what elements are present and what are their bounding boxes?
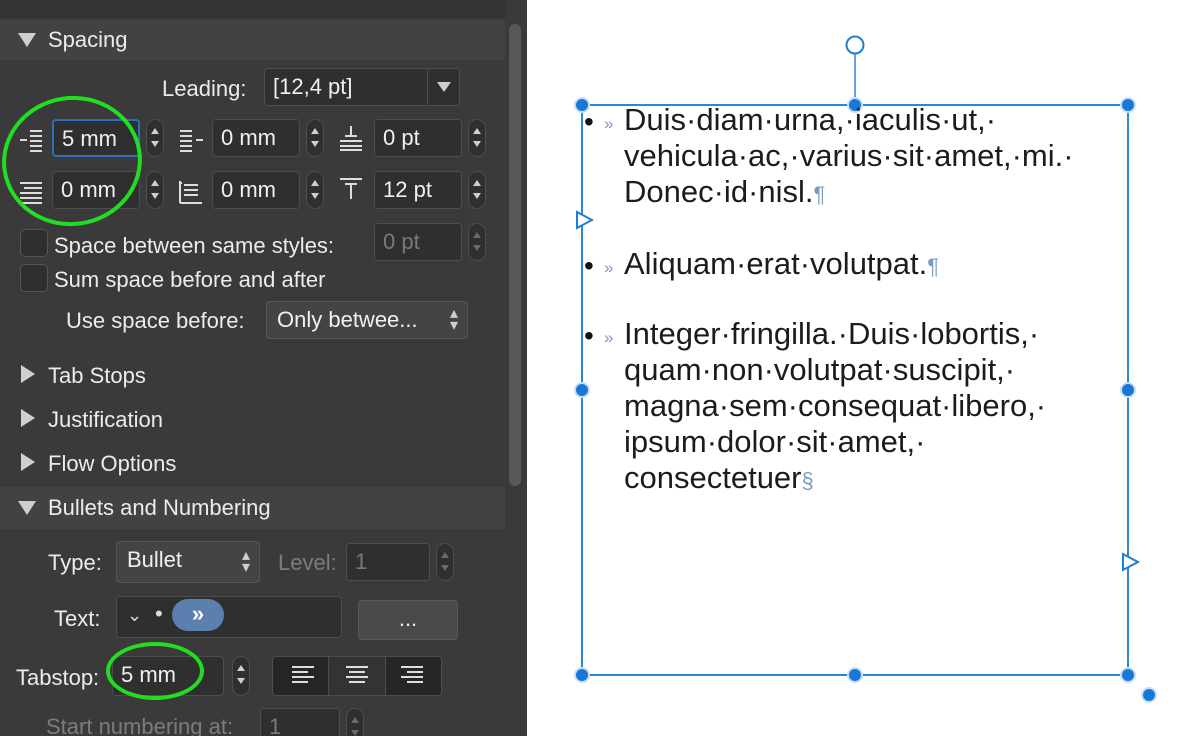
tab-mark: » (604, 328, 614, 347)
resize-handle-bottom-right[interactable] (1120, 667, 1136, 683)
left-inport-icon[interactable] (576, 210, 595, 230)
paragraph-line[interactable]: Aliquam·erat·volutpat.¶ (624, 246, 939, 285)
bullet-glyph: • (584, 250, 594, 281)
paragraph-line[interactable]: magna·sem·consequat·libero,· (624, 388, 1046, 424)
rotate-handle[interactable] (845, 35, 865, 55)
paragraph-line[interactable]: Donec·id·nisl.¶ (624, 174, 825, 213)
tab-mark: » (604, 114, 614, 133)
paragraph-line-text: consectetuer (624, 460, 802, 495)
tab-mark: » (604, 258, 614, 277)
paragraph-line[interactable]: quam·non·volutpat·suscipit,· (624, 352, 1015, 388)
paragraph-line[interactable]: Integer·fringilla.·Duis·lobortis,· (624, 316, 1039, 352)
paragraph-line-text: Aliquam·erat·volutpat. (624, 246, 928, 281)
resize-handle-left[interactable] (574, 382, 590, 398)
frame-extra-handle[interactable] (1141, 687, 1157, 703)
resize-handle-bottom[interactable] (847, 667, 863, 683)
paragraph-line-text: Donec·id·nisl. (624, 174, 814, 209)
section-end-mark: § (801, 468, 814, 493)
bullet-glyph: • (584, 106, 594, 137)
bullet-glyph: • (584, 320, 594, 351)
paragraph-line[interactable]: consectetuer§ (624, 460, 814, 499)
paragraph-line[interactable]: vehicula·ac,·varius·sit·amet,·mi.· (624, 138, 1074, 174)
paragraph-line[interactable]: ipsum·dolor·sit·amet,· (624, 424, 925, 460)
resize-handle-top-right[interactable] (1120, 97, 1136, 113)
pilcrow-mark: ¶ (927, 254, 940, 279)
resize-handle-bottom-left[interactable] (574, 667, 590, 683)
pilcrow-mark: ¶ (813, 182, 826, 207)
right-outport-icon[interactable] (1122, 552, 1141, 572)
resize-handle-right[interactable] (1120, 382, 1136, 398)
paragraph-line[interactable]: Duis·diam·urna,·iaculis·ut,· (624, 102, 996, 138)
